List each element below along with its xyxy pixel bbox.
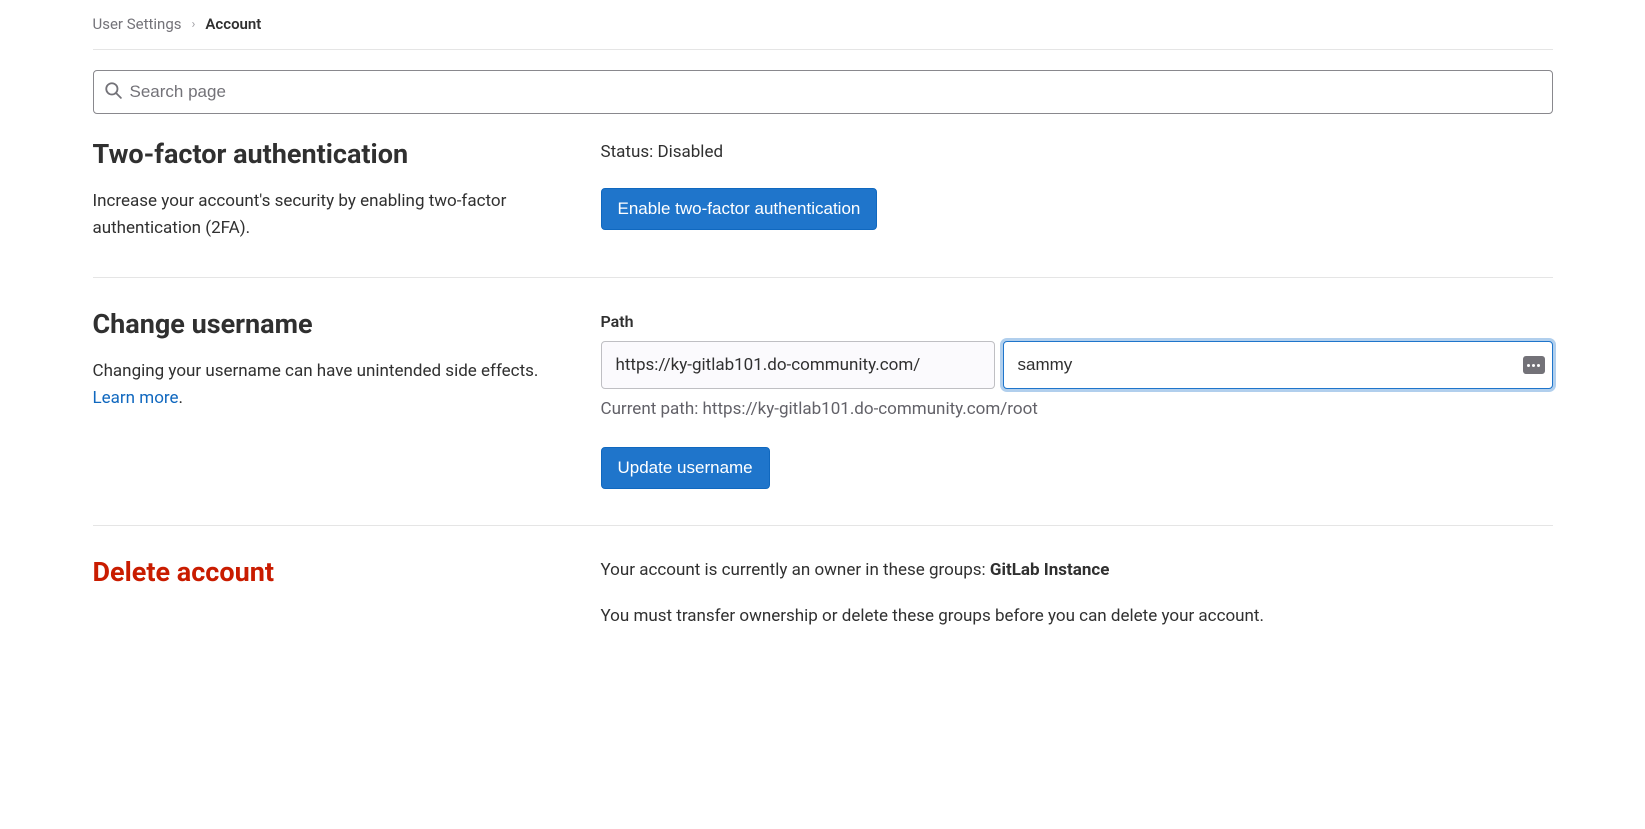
two-factor-description: Increase your account's security by enab… <box>93 188 561 241</box>
two-factor-status: Status: Disabled <box>601 142 1553 162</box>
learn-more-link[interactable]: Learn more <box>93 388 179 408</box>
change-username-title: Change username <box>93 308 561 340</box>
enable-two-factor-button[interactable]: Enable two-factor authentication <box>601 188 878 230</box>
two-factor-title: Two-factor authentication <box>93 138 561 170</box>
username-input[interactable] <box>1003 341 1553 389</box>
update-username-button[interactable]: Update username <box>601 447 770 489</box>
delete-account-title: Delete account <box>93 556 561 588</box>
section-two-factor: Two-factor authentication Increase your … <box>93 114 1553 278</box>
change-username-description: Changing your username can have unintend… <box>93 358 561 411</box>
search-icon <box>104 81 122 103</box>
delete-warning-text: You must transfer ownership or delete th… <box>601 606 1553 626</box>
search-page-input[interactable] <box>130 82 1542 102</box>
chevron-right-icon: › <box>192 17 196 32</box>
section-delete-account: Delete account Your account is currently… <box>93 526 1553 662</box>
breadcrumb: User Settings › Account <box>93 15 1553 49</box>
breadcrumb-parent[interactable]: User Settings <box>93 15 182 33</box>
breadcrumb-current: Account <box>205 15 261 33</box>
path-label: Path <box>601 312 1553 331</box>
path-prefix: https://ky-gitlab101.do-community.com/ <box>601 341 995 389</box>
password-manager-icon[interactable] <box>1523 356 1545 374</box>
delete-owner-text: Your account is currently an owner in th… <box>601 560 1553 580</box>
current-path-text: Current path: https://ky-gitlab101.do-co… <box>601 399 1553 419</box>
section-change-username: Change username Changing your username c… <box>93 278 1553 526</box>
search-page-box[interactable] <box>93 70 1553 114</box>
